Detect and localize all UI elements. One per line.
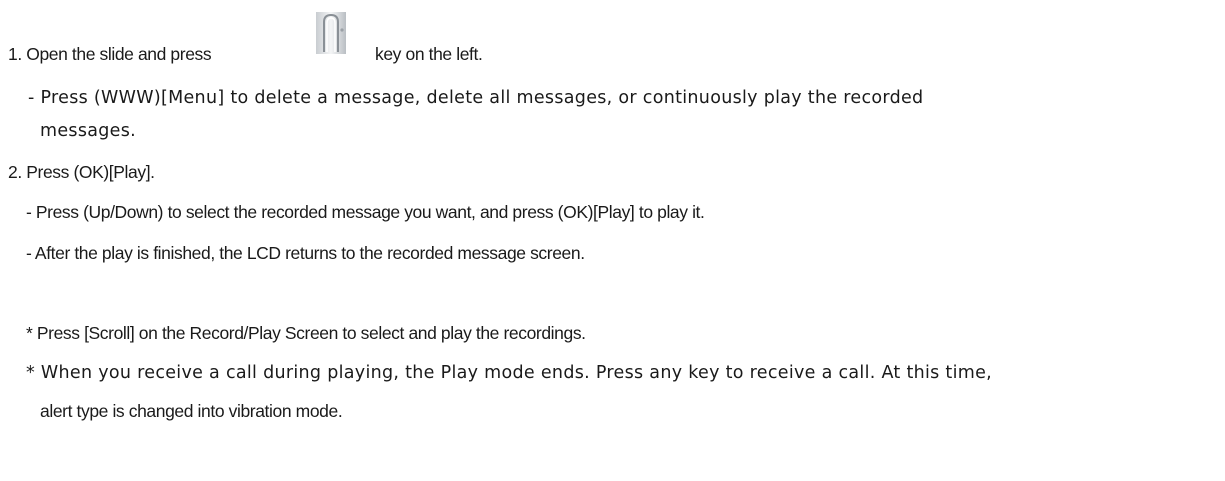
- tip-1: * Press [Scroll] on the Record/Play Scre…: [26, 323, 586, 343]
- side-key-icon: [316, 12, 346, 54]
- step-2-note-1: - Press (Up/Down) to select the recorded…: [26, 202, 705, 222]
- tip-2-line-2: alert type is changed into vibration mod…: [40, 401, 343, 421]
- step-2-note-2: - After the play is finished, the LCD re…: [26, 243, 585, 263]
- tip-2-line-1: * When you receive a call during playing…: [26, 363, 993, 383]
- step-1-note-line-1: - Press (WWW)[Menu] to delete a message,…: [28, 88, 924, 108]
- step-1-prefix: 1. Open the slide and press: [8, 44, 212, 64]
- step-2-text: 2. Press (OK)[Play].: [8, 162, 155, 182]
- step-1-suffix: key on the left.: [375, 44, 483, 64]
- step-1-note-line-2: messages.: [40, 121, 137, 141]
